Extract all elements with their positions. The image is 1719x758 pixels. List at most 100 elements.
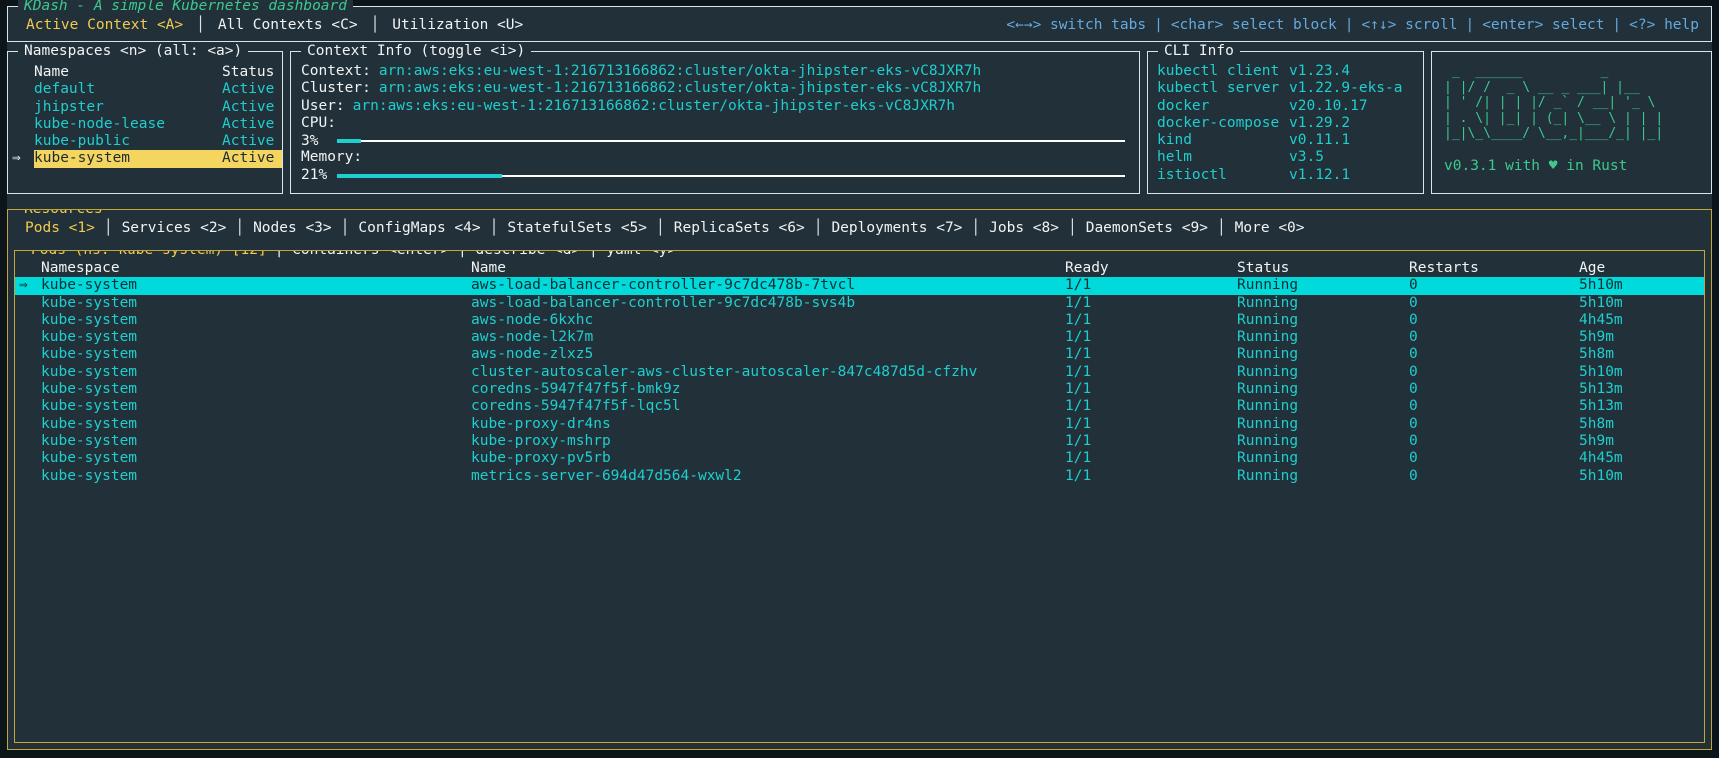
table-row[interactable]: ⇒ kube-system aws-load-balancer-controll… [15,277,1704,294]
namespace-row-default[interactable]: default Active [8,81,282,98]
table-row[interactable]: kube-system aws-node-l2k7m 1/1 Running 0… [15,329,1704,346]
tab-pods[interactable]: Pods <1> [25,220,95,236]
namespace-status: Active [222,81,282,98]
pod-ready: 1/1 [1065,468,1237,485]
pod-age: 5h9m [1579,329,1704,346]
tab-separator: │ [656,220,665,236]
namespace-name: jhipster [34,99,222,116]
tab-daemonsets[interactable]: DaemonSets <9> [1086,220,1208,236]
pod-ready: 1/1 [1065,433,1237,450]
user-label: User: [301,98,345,114]
namespace-row-kube-public[interactable]: kube-public Active [8,133,282,150]
pods-table: Namespace Name Ready Status Restarts Age… [15,251,1704,485]
help-separator: | [1465,17,1474,33]
pod-status: Running [1237,329,1409,346]
pod-status: Running [1237,364,1409,381]
table-row[interactable]: kube-system coredns-5947f47f5f-bmk9z 1/1… [15,381,1704,398]
cpu-gauge-fill [337,139,361,143]
pod-name: metrics-server-694d47d564-wxwl2 [471,468,1065,485]
cli-item: kubectl clientv1.23.4 [1157,63,1415,80]
pod-ready: 1/1 [1065,346,1237,363]
table-row[interactable]: kube-system aws-load-balancer-controller… [15,295,1704,312]
memory-gauge-track [337,167,1125,184]
table-row[interactable]: kube-system aws-node-6kxhc 1/1 Running 0… [15,312,1704,329]
tab-all-contexts[interactable]: All Contexts <C> [218,17,358,33]
pod-age: 5h8m [1579,346,1704,363]
help-help: <?> help [1629,17,1699,33]
user-value: arn:aws:eks:eu-west-1:216713166862:clust… [353,98,955,114]
column-header-name: Name [471,260,1065,277]
tab-statefulsets[interactable]: StatefulSets <5> [507,220,647,236]
namespace-row-kube-system[interactable]: ⇒ kube-system Active [8,150,282,167]
header-tabs: Active Context <A> │ All Contexts <C> │ … [26,17,523,33]
tab-separator: │ [490,220,499,236]
pod-namespace: kube-system [41,468,471,485]
tab-nodes[interactable]: Nodes <3> [253,220,332,236]
table-row[interactable]: kube-system cluster-autoscaler-aws-clust… [15,364,1704,381]
pod-name: kube-proxy-mshrp [471,433,1065,450]
namespace-row-kube-node-lease[interactable]: kube-node-lease Active [8,116,282,133]
tab-jobs[interactable]: Jobs <8> [989,220,1059,236]
pod-status: Running [1237,450,1409,467]
table-row[interactable]: kube-system aws-node-zlxz5 1/1 Running 0… [15,346,1704,363]
pod-name: kube-proxy-pv5rb [471,450,1065,467]
pod-age: 5h8m [1579,416,1704,433]
pod-age: 5h10m [1579,364,1704,381]
pod-ready: 1/1 [1065,398,1237,415]
namespace-row-jhipster[interactable]: jhipster Active [8,99,282,116]
context-label: Context: [301,63,371,79]
tab-replicasets[interactable]: ReplicaSets <6> [674,220,805,236]
pod-restarts: 0 [1409,398,1579,415]
namespace-status: Active [222,133,282,150]
pod-restarts: 0 [1409,329,1579,346]
help-switch-tabs: <←→> switch tabs [1006,17,1146,33]
tab-configmaps[interactable]: ConfigMaps <4> [358,220,480,236]
table-row[interactable]: kube-system coredns-5947f47f5f-lqc5l 1/1… [15,398,1704,415]
pod-namespace: kube-system [41,450,471,467]
pod-restarts: 0 [1409,312,1579,329]
pod-status: Running [1237,346,1409,363]
pod-age: 5h9m [1579,433,1704,450]
tab-active-context[interactable]: Active Context <A> [26,17,183,33]
pod-ready: 1/1 [1065,329,1237,346]
pod-restarts: 0 [1409,277,1579,294]
pod-age: 5h10m [1579,468,1704,485]
pod-restarts: 0 [1409,381,1579,398]
pod-status: Running [1237,398,1409,415]
tab-services[interactable]: Services <2> [122,220,227,236]
table-row[interactable]: kube-system metrics-server-694d47d564-wx… [15,468,1704,485]
pod-restarts: 0 [1409,295,1579,312]
cli-version: v0.11.1 [1289,132,1415,149]
resources-title: Resources [18,209,109,218]
namespaces-title: Namespaces <n> (all: <a>) [18,42,248,60]
tab-separator: │ [104,220,113,236]
cli-name: istioctl [1157,167,1289,184]
memory-percent: 21% [301,167,329,183]
pod-restarts: 0 [1409,364,1579,381]
tab-utilization[interactable]: Utilization <U> [392,17,523,33]
user-line: User: arn:aws:eks:eu-west-1:216713166862:… [301,98,1129,115]
namespace-name: kube-node-lease [34,116,222,133]
memory-gauge: 21% [301,167,1129,184]
tab-deployments[interactable]: Deployments <7> [831,220,962,236]
table-row[interactable]: kube-system kube-proxy-pv5rb 1/1 Running… [15,450,1704,467]
table-row[interactable]: kube-system kube-proxy-dr4ns 1/1 Running… [15,416,1704,433]
pods-header-row: Namespace Name Ready Status Restarts Age [15,260,1704,277]
pod-namespace: kube-system [41,329,471,346]
table-row[interactable]: kube-system kube-proxy-mshrp 1/1 Running… [15,433,1704,450]
help-separator: | [1612,17,1621,33]
cli-item: kindv0.11.1 [1157,132,1415,149]
pod-name: coredns-5947f47f5f-lqc5l [471,398,1065,415]
cli-item: istioctlv1.12.1 [1157,167,1415,184]
help-select-block: <char> select block [1171,17,1337,33]
pod-ready: 1/1 [1065,295,1237,312]
cli-item: helmv3.5 [1157,149,1415,166]
tab-more[interactable]: More <0> [1235,220,1305,236]
cluster-line: Cluster:arn:aws:eks:eu-west-1:2167131668… [301,80,1129,97]
pod-name: aws-node-6kxhc [471,312,1065,329]
pod-age: 5h13m [1579,381,1704,398]
column-header-status: Status [222,64,282,81]
pod-ready: 1/1 [1065,416,1237,433]
namespace-status: Active [222,150,282,167]
cli-version: v3.5 [1289,149,1415,166]
